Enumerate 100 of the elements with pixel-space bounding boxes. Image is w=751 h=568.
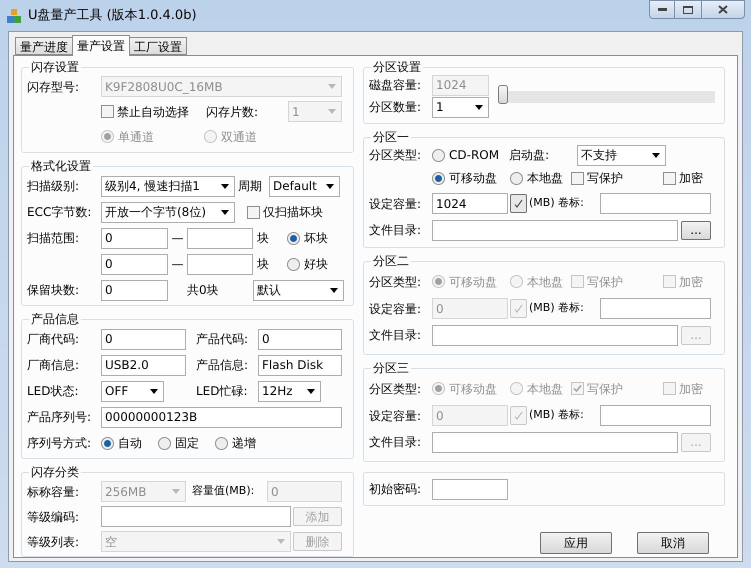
tab[interactable]: 工厂设置 xyxy=(129,37,187,55)
browse-button[interactable]: ... xyxy=(681,220,711,240)
checkbox[interactable]: 禁止自动选择 xyxy=(101,102,206,120)
confirm-button[interactable] xyxy=(510,194,527,213)
radio-button[interactable]: 递增 xyxy=(215,434,272,452)
group-title: 分区三 xyxy=(372,361,410,375)
dropdown[interactable]: 开放一个字节(8位) xyxy=(101,202,235,222)
field-label: 容量值(MB): xyxy=(191,483,256,500)
field-label: ECC字节数: xyxy=(27,204,92,221)
group-title: 闪存设置 xyxy=(30,60,80,74)
input-field[interactable] xyxy=(101,506,291,527)
range-separator: — xyxy=(170,256,184,273)
input-field[interactable] xyxy=(432,220,678,240)
app-icon xyxy=(6,8,22,24)
input-field[interactable] xyxy=(432,324,678,346)
checkbox[interactable]: 写保护 xyxy=(571,169,663,187)
input-field[interactable]: 0 xyxy=(101,280,168,300)
radio-button[interactable]: 好块 xyxy=(287,255,328,273)
dropdown[interactable]: OFF xyxy=(101,380,164,402)
radio-button[interactable]: CD-ROM xyxy=(432,146,500,164)
close-icon xyxy=(718,5,728,14)
window-title: U盘量产工具 (版本1.0.4.0b) xyxy=(28,6,197,25)
check-mark-icon xyxy=(573,384,582,393)
radio-button[interactable]: 本地盘 xyxy=(510,169,571,187)
caret-icon xyxy=(307,388,315,394)
input-field[interactable]: USB2.0 xyxy=(101,354,186,376)
field-label: 保留块数: xyxy=(27,282,80,299)
dropdown[interactable]: 默认 xyxy=(253,280,344,300)
checkbox[interactable]: 仅扫描坏块 xyxy=(247,203,323,221)
input-field[interactable]: 1024 xyxy=(432,193,508,214)
input-field[interactable] xyxy=(432,478,508,500)
group-title: 分区设置 xyxy=(372,60,422,74)
dropdown[interactable]: Default xyxy=(269,176,340,196)
group-title: 格式化设置 xyxy=(30,159,92,173)
field-label: (MB) 卷标: xyxy=(529,407,585,424)
field-label: 等级列表: xyxy=(27,534,80,550)
caret-icon xyxy=(475,104,483,110)
input-field[interactable] xyxy=(187,228,253,248)
field-label: 分区类型: xyxy=(369,380,422,398)
check-mark-icon xyxy=(514,411,523,420)
radio-button[interactable]: 固定 xyxy=(158,434,215,452)
field-label: 厂商信息: xyxy=(27,357,80,374)
field-label: 初始密码: xyxy=(369,481,422,498)
dialog-button[interactable]: 应用 xyxy=(540,532,612,554)
check-mark-icon xyxy=(514,199,523,208)
input-field[interactable]: 0 xyxy=(258,328,342,350)
dropdown[interactable]: 12Hz xyxy=(258,380,321,402)
input-field[interactable]: 0 xyxy=(101,254,168,274)
caret-icon xyxy=(172,489,180,494)
slider[interactable] xyxy=(498,85,715,104)
input-field[interactable]: 0 xyxy=(101,228,168,248)
field-label: 启动盘: xyxy=(508,147,550,164)
tab[interactable]: 量产设置 xyxy=(72,35,130,56)
tab[interactable]: 量产进度 xyxy=(15,37,73,55)
input-field[interactable] xyxy=(600,298,711,319)
radio-button[interactable]: 可移动盘 xyxy=(432,169,510,187)
input-field[interactable]: 0 xyxy=(101,328,186,350)
group-title: 闪存分类 xyxy=(30,465,80,479)
field-label: 周期 xyxy=(237,178,263,195)
caret-icon xyxy=(328,84,336,89)
dialog-button[interactable]: 取消 xyxy=(637,532,709,554)
input-field[interactable] xyxy=(600,405,711,426)
field-label: 文件目录: xyxy=(369,222,422,239)
close-button[interactable] xyxy=(701,0,745,19)
input-field[interactable] xyxy=(187,254,253,274)
dropdown[interactable]: 不支持 xyxy=(577,144,666,166)
slider-thumb[interactable] xyxy=(498,85,508,104)
field-label: 文件目录: xyxy=(369,327,422,344)
field-label: 产品序列号: xyxy=(27,409,92,426)
radio-button[interactable]: 坏块 xyxy=(287,229,328,247)
field-label: 分区数量: xyxy=(369,99,422,116)
range-separator: — xyxy=(170,230,184,247)
input-field[interactable] xyxy=(600,193,711,214)
dropdown[interactable]: 1 xyxy=(432,96,489,118)
input-field[interactable] xyxy=(432,432,678,452)
caret-icon xyxy=(328,109,336,114)
field-label: 设定容量: xyxy=(369,408,422,424)
checkbox[interactable]: 加密 xyxy=(663,169,703,187)
group-title: 分区一 xyxy=(372,130,410,144)
field-label: 厂商代码: xyxy=(27,331,80,348)
caret-icon xyxy=(277,539,285,544)
minimize-button[interactable] xyxy=(649,0,675,19)
field-label: (MB) 卷标: xyxy=(529,195,585,212)
field-label: 序列号方式: xyxy=(27,435,92,452)
group-title: 产品信息 xyxy=(30,312,80,326)
maximize-button[interactable] xyxy=(675,0,701,19)
field-label: 块 xyxy=(256,256,270,273)
minimize-icon xyxy=(658,8,666,11)
field-label: 磁盘容量: xyxy=(369,77,422,94)
caret-icon xyxy=(150,388,158,394)
field-label: 扫描范围: xyxy=(27,230,80,247)
input-field[interactable]: 00000000123B xyxy=(101,406,342,428)
field-label: 设定容量: xyxy=(369,300,422,318)
field-label: 文件目录: xyxy=(369,434,422,451)
group-title: 分区二 xyxy=(372,254,410,268)
caret-icon xyxy=(221,184,229,188)
input-field[interactable]: Flash Disk xyxy=(258,354,342,376)
dropdown[interactable]: 级别4, 慢速扫描1 xyxy=(101,176,235,196)
radio-button[interactable]: 自动 xyxy=(101,434,158,452)
check-mark-icon xyxy=(514,304,523,313)
